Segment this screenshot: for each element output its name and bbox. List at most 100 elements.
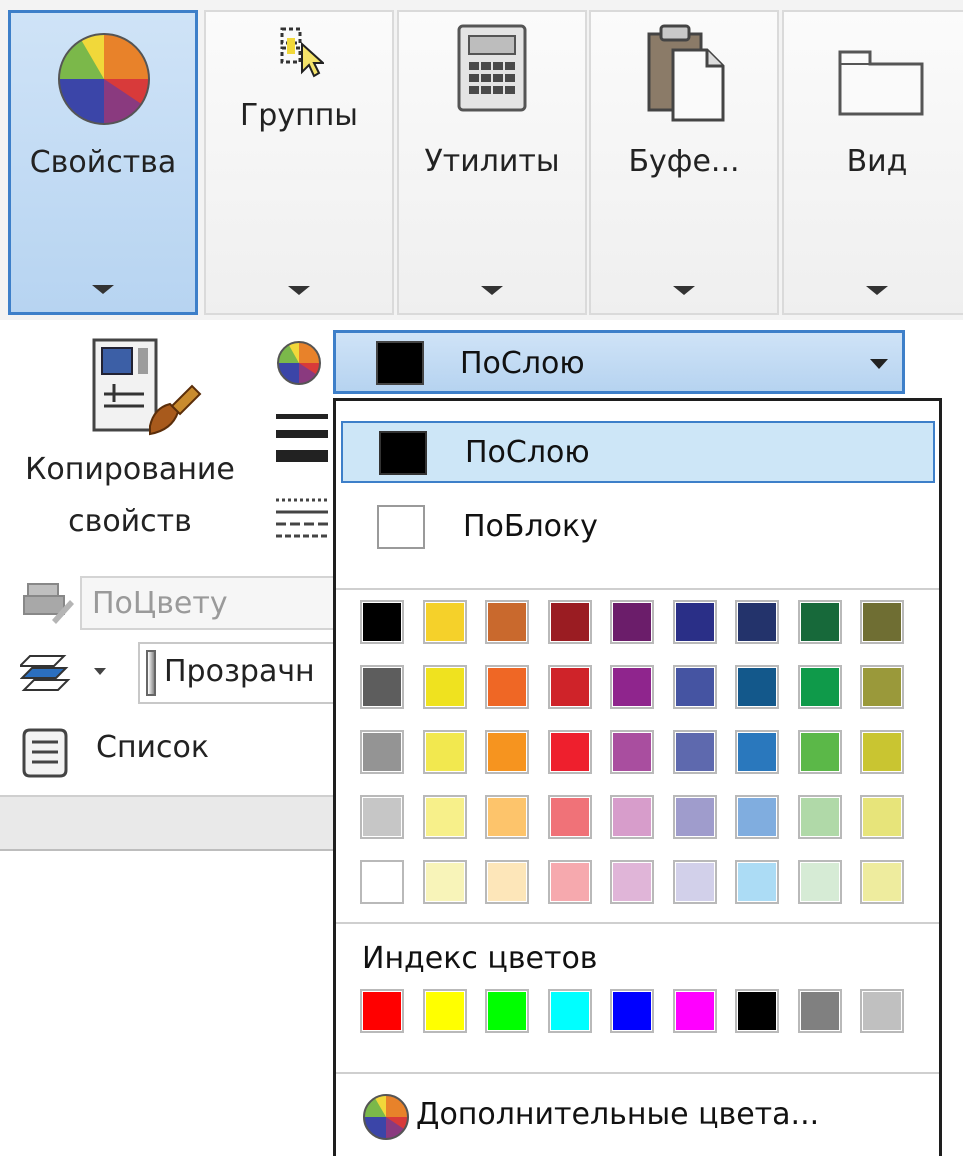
color-swatch[interactable] xyxy=(735,795,779,839)
color-swatch[interactable] xyxy=(485,860,529,904)
layers-icon[interactable] xyxy=(20,648,74,698)
color-swatch[interactable] xyxy=(673,860,717,904)
ribbon: Свойства Группы Утилиты Буфе... Вид xyxy=(0,0,963,320)
color-swatch[interactable] xyxy=(485,600,529,644)
color-swatch[interactable] xyxy=(735,600,779,644)
index-colors-label: Индекс цветов xyxy=(362,941,598,976)
index-color-swatch[interactable] xyxy=(360,989,404,1033)
color-swatch[interactable] xyxy=(860,860,904,904)
list-scroll-icon xyxy=(22,728,68,778)
color-swatch[interactable] xyxy=(735,860,779,904)
color-swatch[interactable] xyxy=(860,600,904,644)
color-swatch[interactable] xyxy=(610,795,654,839)
color-swatch[interactable] xyxy=(548,665,592,709)
color-swatch[interactable] xyxy=(423,600,467,644)
calculator-icon xyxy=(457,24,527,112)
color-swatch[interactable] xyxy=(548,730,592,774)
dropdown-item-byblock[interactable]: ПоБлоку xyxy=(341,497,935,559)
list-label: Список xyxy=(96,730,210,765)
group-select-icon xyxy=(280,27,324,78)
separator xyxy=(336,588,939,590)
transparency-field[interactable]: Прозрачн xyxy=(138,642,340,704)
separator xyxy=(336,1072,939,1074)
groups-button[interactable]: Группы xyxy=(204,10,394,315)
more-colors-label: Дополнительные цвета... xyxy=(416,1097,820,1132)
chevron-down-icon[interactable] xyxy=(870,359,888,369)
color-swatch[interactable] xyxy=(548,860,592,904)
transparency-value: Прозрачн xyxy=(164,654,315,689)
utilities-button[interactable]: Утилиты xyxy=(397,10,587,315)
linetype-icon[interactable] xyxy=(276,494,328,542)
color-swatch[interactable] xyxy=(673,665,717,709)
more-colors-item[interactable]: Дополнительные цвета... xyxy=(362,1087,922,1143)
index-color-swatch[interactable] xyxy=(798,989,842,1033)
transparency-slider-handle[interactable] xyxy=(146,650,156,696)
color-swatch[interactable] xyxy=(423,730,467,774)
color-swatch[interactable] xyxy=(673,795,717,839)
color-swatch[interactable] xyxy=(798,795,842,839)
color-swatch[interactable] xyxy=(360,860,404,904)
color-swatch[interactable] xyxy=(610,600,654,644)
index-color-swatch[interactable] xyxy=(423,989,467,1033)
color-swatch[interactable] xyxy=(360,665,404,709)
color-swatch[interactable] xyxy=(860,665,904,709)
index-color-swatch[interactable] xyxy=(860,989,904,1033)
byblock-label: ПоБлоку xyxy=(463,509,598,544)
view-label: Вид xyxy=(846,144,908,179)
color-swatch[interactable] xyxy=(610,860,654,904)
combo-selected-label: ПоСлою xyxy=(460,346,585,381)
plot-style-value: ПоЦвету xyxy=(92,586,228,621)
bylayer-label: ПоСлою xyxy=(465,435,590,470)
color-swatch[interactable] xyxy=(673,600,717,644)
properties-button[interactable]: Свойства xyxy=(8,10,198,315)
dropdown-item-bylayer[interactable]: ПоСлою xyxy=(341,421,935,483)
color-swatch[interactable] xyxy=(548,795,592,839)
color-swatch[interactable] xyxy=(360,600,404,644)
color-swatch[interactable] xyxy=(485,730,529,774)
color-swatch[interactable] xyxy=(548,600,592,644)
lineweight-icon[interactable] xyxy=(276,412,328,466)
index-color-swatch[interactable] xyxy=(548,989,592,1033)
index-color-row xyxy=(360,989,920,1039)
groups-label: Группы xyxy=(239,98,358,133)
index-color-swatch[interactable] xyxy=(610,989,654,1033)
color-swatch[interactable] xyxy=(798,600,842,644)
color-swatch[interactable] xyxy=(360,795,404,839)
color-wheel-icon xyxy=(363,1094,409,1140)
color-combo[interactable]: ПоСлою xyxy=(333,330,905,394)
view-button[interactable]: Вид xyxy=(782,10,963,315)
color-wheel-icon xyxy=(58,33,150,125)
color-swatch[interactable] xyxy=(610,665,654,709)
color-swatch[interactable] xyxy=(485,795,529,839)
clipboard-icon xyxy=(647,24,725,122)
chevron-down-icon xyxy=(92,285,114,294)
color-swatch[interactable] xyxy=(798,665,842,709)
list-button[interactable]: Список xyxy=(20,720,340,780)
color-swatch[interactable] xyxy=(423,665,467,709)
chevron-down-icon xyxy=(673,286,695,295)
color-swatch[interactable] xyxy=(673,730,717,774)
color-swatch[interactable] xyxy=(423,795,467,839)
index-color-swatch[interactable] xyxy=(485,989,529,1033)
index-color-swatch[interactable] xyxy=(673,989,717,1033)
color-swatch[interactable] xyxy=(860,795,904,839)
panel-title-bar xyxy=(0,795,340,851)
plot-style-select[interactable]: ПоЦвету xyxy=(80,576,340,630)
color-swatch[interactable] xyxy=(798,730,842,774)
color-swatch[interactable] xyxy=(860,730,904,774)
color-swatch[interactable] xyxy=(360,730,404,774)
clipboard-button[interactable]: Буфе... xyxy=(589,10,779,315)
color-swatch[interactable] xyxy=(735,730,779,774)
color-swatch[interactable] xyxy=(798,860,842,904)
color-swatch[interactable] xyxy=(735,665,779,709)
match-properties-label-line2: свойств xyxy=(68,504,192,539)
color-swatch[interactable] xyxy=(485,665,529,709)
bylayer-swatch xyxy=(379,431,427,475)
index-color-swatch[interactable] xyxy=(735,989,779,1033)
chevron-down-icon[interactable] xyxy=(94,668,106,675)
color-swatch[interactable] xyxy=(423,860,467,904)
color-wheel-icon[interactable] xyxy=(276,340,322,386)
match-properties-button[interactable] xyxy=(92,338,202,440)
utilities-label: Утилиты xyxy=(424,144,560,179)
color-swatch[interactable] xyxy=(610,730,654,774)
